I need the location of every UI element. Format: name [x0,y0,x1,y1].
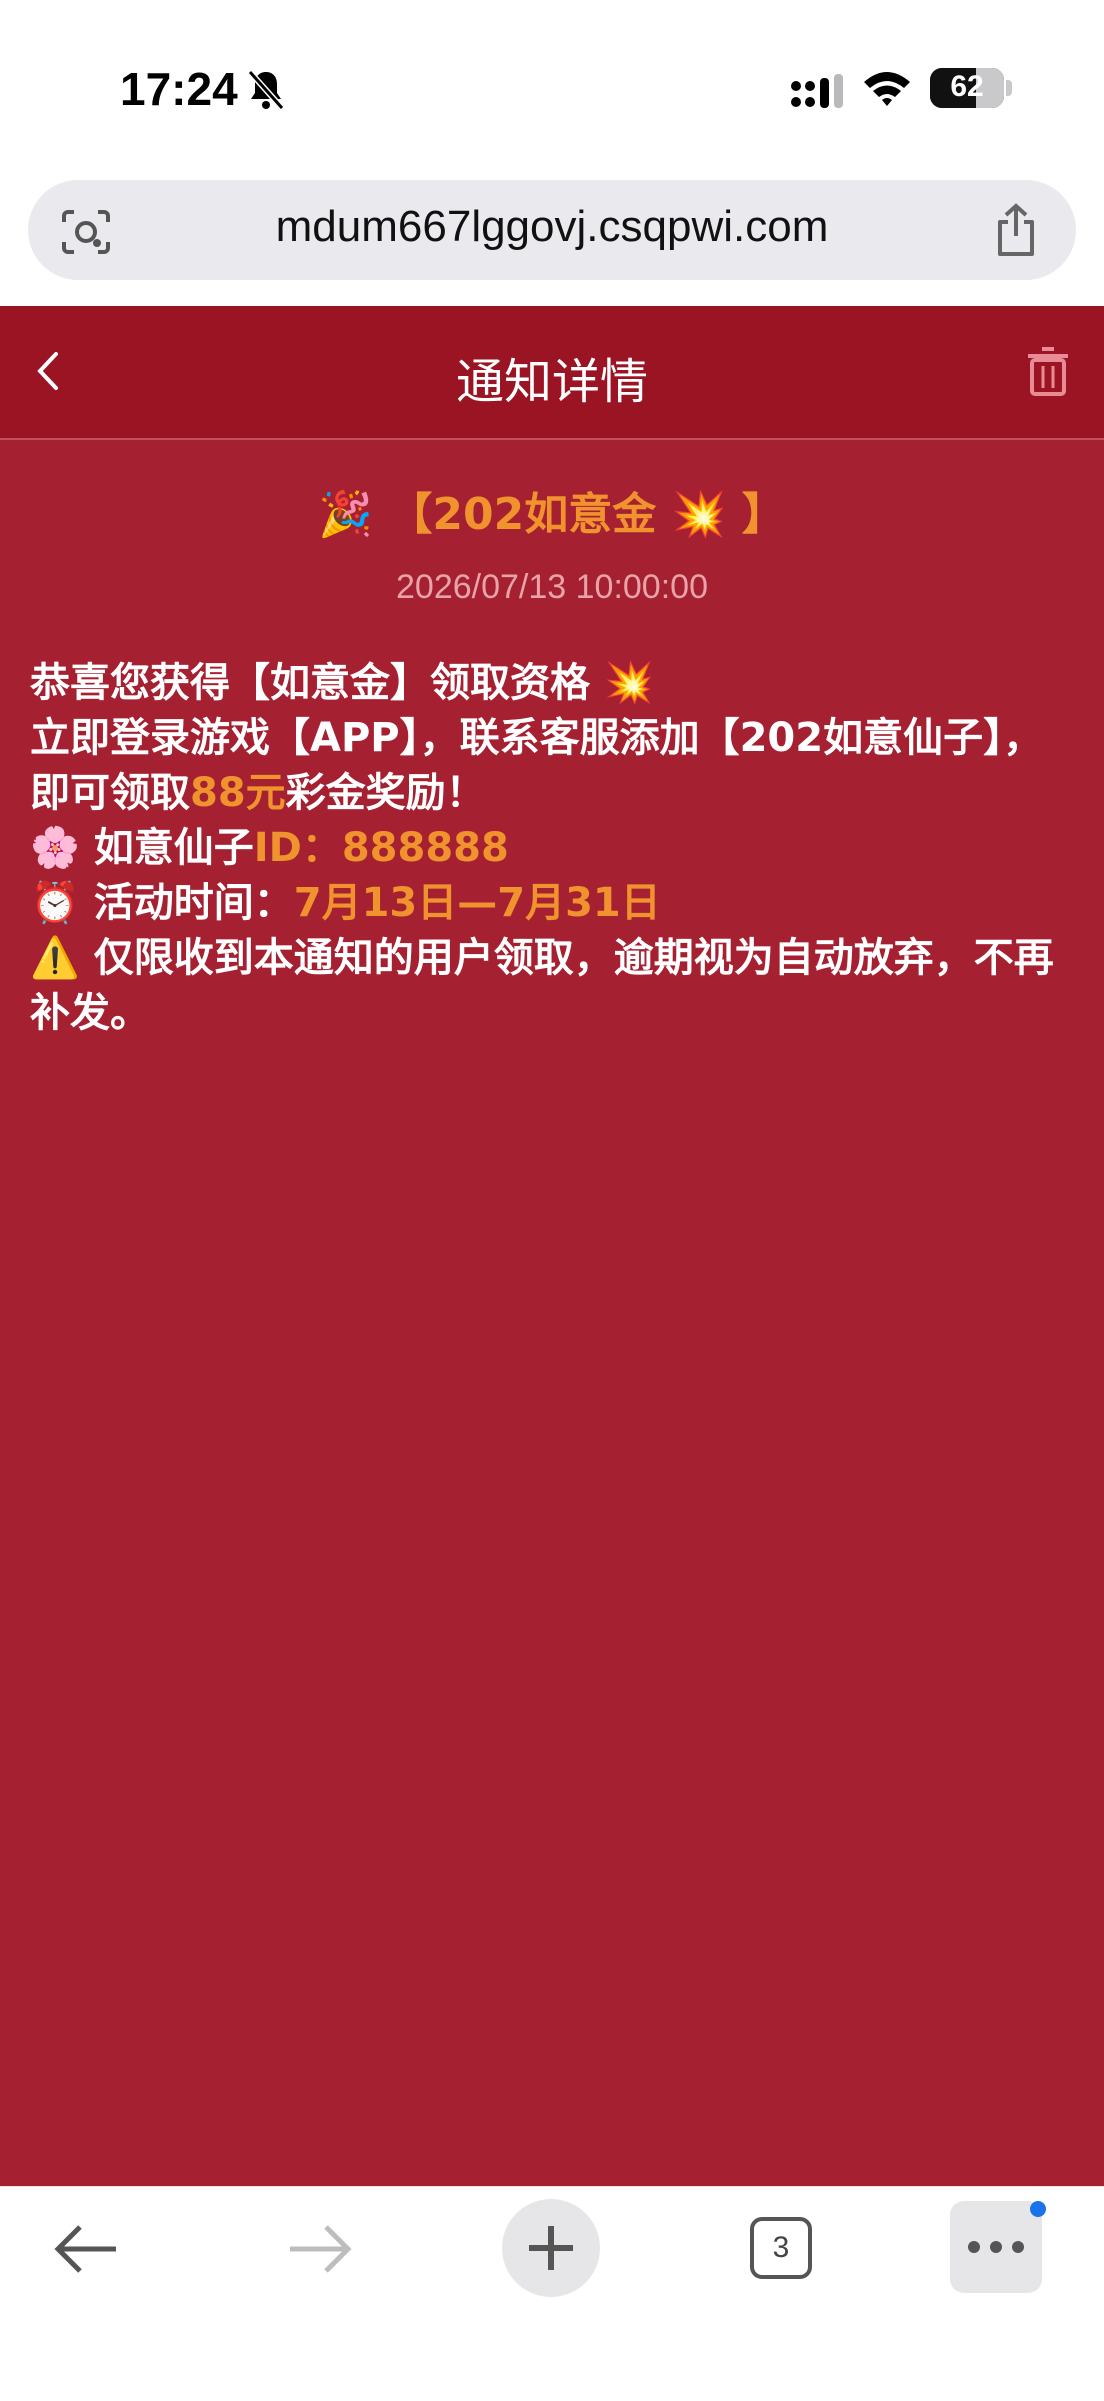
body-line-4: ⏰ 活动时间：7月13日—7月31日 [30,876,1080,931]
warning-icon: ⚠️ [30,935,80,981]
url-text[interactable]: mdum667lggovj.csqpwi.com [138,202,966,252]
notice-body: 恭喜您获得【如意金】领取资格 💥 立即登录游戏【APP】，联系客服添加【202如… [30,656,1080,1041]
status-time: 17:24 [120,63,238,115]
more-dots-icon [968,2241,1024,2253]
notice-title-text: 【202如意金 [388,489,657,540]
line2-end: 彩金奖励！ [285,770,486,816]
fairy-id: ID：888888 [253,825,509,871]
bell-muted-icon [247,70,285,110]
page-title: 通知详情 [455,354,648,410]
browser-toolbar: 3 [0,2186,1104,2401]
forward-icon[interactable] [284,2219,354,2279]
body-line-5: ⚠️ 仅限收到本通知的用户领取，逾期视为自动放弃，不再补发。 [30,931,1080,1041]
fairy-label: 如意仙子 [93,825,254,871]
plus-icon [529,2226,573,2270]
body-line-2: 立即登录游戏【APP】，联系客服添加【202如意仙子】，即可领取88元彩金奖励！ [30,711,1080,821]
line2-text: 立即登录游戏【APP】，联系客服添加【202如意仙子】，即可领取 [30,715,1044,816]
notice-title-close: 】 [741,489,786,540]
burst-icon: 💥 [671,489,727,540]
notice-page: 通知详情 🎉 【202如意金 💥 】 2026/07/13 10:00:00 恭… [0,306,1104,2186]
body-line-1: 恭喜您获得【如意金】领取资格 💥 [30,656,1080,711]
body-line-3: 🌸 如意仙子ID：888888 [30,821,1080,876]
more-menu-button[interactable] [950,2201,1042,2293]
battery-indicator: 62 [930,68,1004,108]
battery-percent: 62 [950,70,984,103]
activity-time-label: 活动时间： [93,880,294,926]
flower-icon: 🌸 [30,825,80,871]
burst-icon: 💥 [603,660,654,706]
trash-icon[interactable] [1026,346,1070,398]
share-icon[interactable] [992,202,1040,258]
address-bar[interactable]: mdum667lggovj.csqpwi.com [28,180,1076,280]
party-popper-icon: 🎉 [318,489,374,540]
line5-text: 仅限收到本通知的用户领取，逾期视为自动放弃，不再补发。 [30,935,1054,1036]
nav-bar: 通知详情 [0,306,1104,440]
signal-icon [791,74,843,108]
tab-count-button[interactable]: 3 [750,2217,812,2279]
notification-dot [1030,2201,1046,2217]
notice-timestamp: 2026/07/13 10:00:00 [396,568,708,606]
activity-time-value: 7月13日—7月31日 [293,880,661,926]
new-tab-button[interactable] [502,2199,600,2297]
line1-text: 恭喜您获得【如意金】领取资格 [30,660,590,706]
back-icon[interactable] [52,2219,122,2279]
wifi-icon [864,72,910,106]
status-bar: 17:24 62 [0,0,1104,160]
lens-icon[interactable] [60,208,112,256]
battery-cap [1006,80,1012,96]
bonus-amount: 88元 [190,770,286,816]
alarm-clock-icon: ⏰ [30,880,80,926]
notice-title: 🎉 【202如意金 💥 】 [0,478,1104,542]
